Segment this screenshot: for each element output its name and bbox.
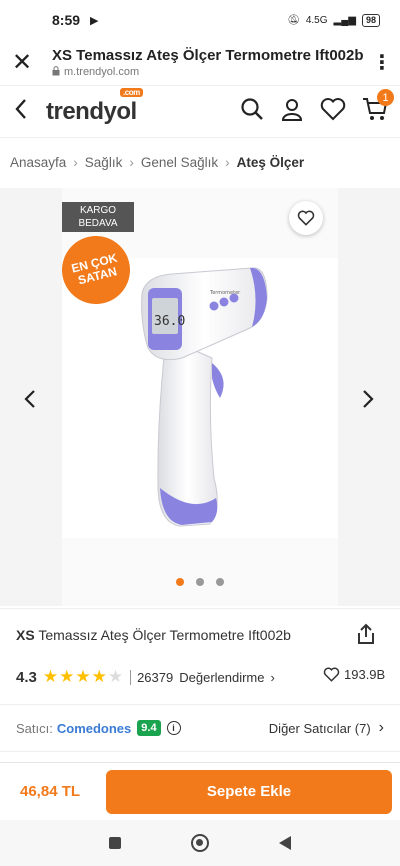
status-bar: 8:59 ▶ 🔕︎ 4.5G ▂▄▆ 98	[0, 0, 400, 40]
favorites-icon[interactable]	[320, 97, 346, 126]
favorite-count[interactable]: 193.9B	[323, 667, 385, 682]
heart-outline-icon	[323, 667, 340, 682]
chevron-right-icon: ›	[225, 154, 230, 170]
carousel-dots	[176, 578, 224, 586]
seller-row: Satıcı: Comedones 9.4 i Diğer Satıcılar …	[0, 704, 400, 752]
mute-icon: 🔕︎	[287, 14, 300, 26]
favorite-count-value: 193.9B	[344, 667, 386, 682]
product-name: Temassız Ateş Ölçer Termometre Ift002b	[38, 627, 291, 643]
cart-count-badge: 1	[377, 89, 394, 106]
free-shipping-line1: KARGO	[79, 205, 117, 216]
add-favorite-button[interactable]	[289, 201, 323, 235]
device-brand-label: Termometer	[209, 290, 241, 296]
battery-level: 98	[361, 13, 380, 27]
lock-icon	[52, 65, 60, 79]
back-icon[interactable]	[14, 98, 28, 125]
home-icon[interactable]	[191, 834, 209, 852]
chevron-right-icon: ›	[270, 669, 275, 685]
browser-titles: XS Temassız Ateş Ölçer Termometre Ift002…	[52, 47, 372, 79]
status-time: 8:59	[52, 12, 81, 28]
breadcrumb-general-health[interactable]: Genel Sağlık	[141, 155, 218, 170]
breadcrumb: Anasayfa › Sağlık › Genel Sağlık › Ateş …	[0, 138, 400, 186]
rating-score: 4.3	[16, 668, 37, 686]
chevron-right-icon: ›	[129, 154, 134, 170]
system-nav-bar	[0, 820, 400, 866]
heart-icon	[297, 210, 315, 226]
other-sellers-link[interactable]: Diğer Satıcılar (7)	[269, 721, 371, 736]
back-nav-icon[interactable]	[279, 836, 291, 850]
review-label: Değerlendirme	[179, 669, 265, 685]
browser-url-row: m.trendyol.com	[52, 65, 372, 79]
product-brand[interactable]: XS	[16, 627, 35, 643]
carousel-dot-3[interactable]	[216, 578, 224, 586]
product-price: 46,84 TL	[20, 783, 81, 800]
logo-tag: .com	[120, 87, 143, 97]
next-image-icon[interactable]	[362, 388, 374, 416]
add-to-cart-button[interactable]: Sepete Ekle	[106, 769, 392, 814]
share-icon[interactable]	[356, 623, 376, 650]
site-header: trendyol .com 1	[0, 86, 400, 138]
header-actions: 1	[240, 89, 394, 126]
status-icons: 🔕︎ 4.5G ▂▄▆ 98	[287, 13, 380, 27]
chevron-right-icon: ›	[378, 719, 384, 736]
more-menu-icon[interactable]: ⋮	[372, 50, 392, 75]
chevron-right-icon: ›	[73, 154, 78, 170]
account-icon[interactable]	[280, 97, 304, 126]
browser-page-title: XS Temassız Ateş Ölçer Termometre Ift002…	[52, 46, 364, 64]
search-icon[interactable]	[240, 97, 264, 126]
seller-score-badge: 9.4	[137, 720, 161, 736]
breadcrumb-home[interactable]: Anasayfa	[10, 155, 66, 170]
signal-icon: ▂▄▆	[333, 14, 356, 26]
review-count: 26379	[130, 669, 173, 685]
lcd-reading: 36.0	[154, 314, 185, 329]
browser-toolbar: ✕ XS Temassız Ateş Ölçer Termometre Ift0…	[0, 40, 400, 86]
seller-label: Satıcı:	[16, 720, 53, 736]
browser-url: m.trendyol.com	[64, 66, 140, 78]
recents-icon[interactable]	[109, 837, 121, 849]
info-icon[interactable]: i	[166, 721, 181, 735]
buy-bar: 46,84 TL Sepete Ekle	[0, 762, 400, 820]
product-info: XS Temassız Ateş Ölçer Termometre Ift002…	[0, 608, 400, 704]
seller-name[interactable]: Comedones	[57, 721, 131, 736]
close-tab-icon[interactable]: ✕	[12, 48, 38, 77]
network-label: 4.5G	[305, 14, 328, 26]
cart-button[interactable]: 1	[362, 89, 394, 126]
free-shipping-badge: KARGO BEDAVA	[62, 202, 134, 232]
product-title: XS Temassız Ateş Ölçer Termometre Ift002…	[16, 627, 291, 643]
carousel-dot-2[interactable]	[196, 578, 204, 586]
free-shipping-line2: BEDAVA	[78, 218, 118, 229]
breadcrumb-current[interactable]: Ateş Ölçer	[237, 155, 305, 170]
play-store-icon: ▶	[90, 14, 99, 27]
logo-text: trendyol	[46, 97, 137, 125]
breadcrumb-health[interactable]: Sağlık	[85, 155, 123, 170]
carousel-dot-1[interactable]	[176, 578, 184, 586]
product-gallery[interactable]: 36.0 Termometer KARGO BEDAVA EN ÇOK SATA…	[0, 188, 400, 606]
prev-image-icon[interactable]	[24, 388, 36, 416]
star-rating: ★★★★★	[42, 667, 125, 686]
rating-row[interactable]: 4.3 ★★★★★ 26379 Değerlendirme ›	[16, 667, 275, 687]
trendyol-logo[interactable]: trendyol .com	[46, 87, 143, 126]
